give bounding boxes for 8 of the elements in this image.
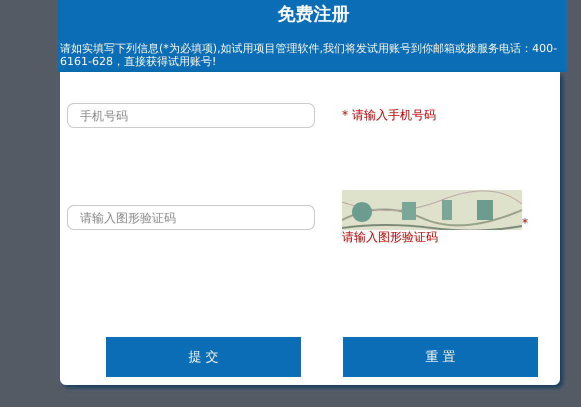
page-title: 免费注册 <box>276 4 350 26</box>
intro-text: 请如实填写下列信息(*为必填项),如试用项目管理软件,我们将发试用账号到你邮箱或拨服务电话：400-6161-628，直接获得试用账号! <box>60 42 558 68</box>
reset-button[interactable]: 重 置 <box>343 337 538 377</box>
error-hint: * 请输入图形验证码 <box>342 216 528 244</box>
captcha-field[interactable]: 请输入图形验证码 <box>67 205 315 230</box>
submit-button[interactable]: 提 交 <box>106 337 301 377</box>
phone-field[interactable]: 手机号码 <box>67 103 315 128</box>
error-hint: * 请输入手机号码 <box>342 107 436 124</box>
